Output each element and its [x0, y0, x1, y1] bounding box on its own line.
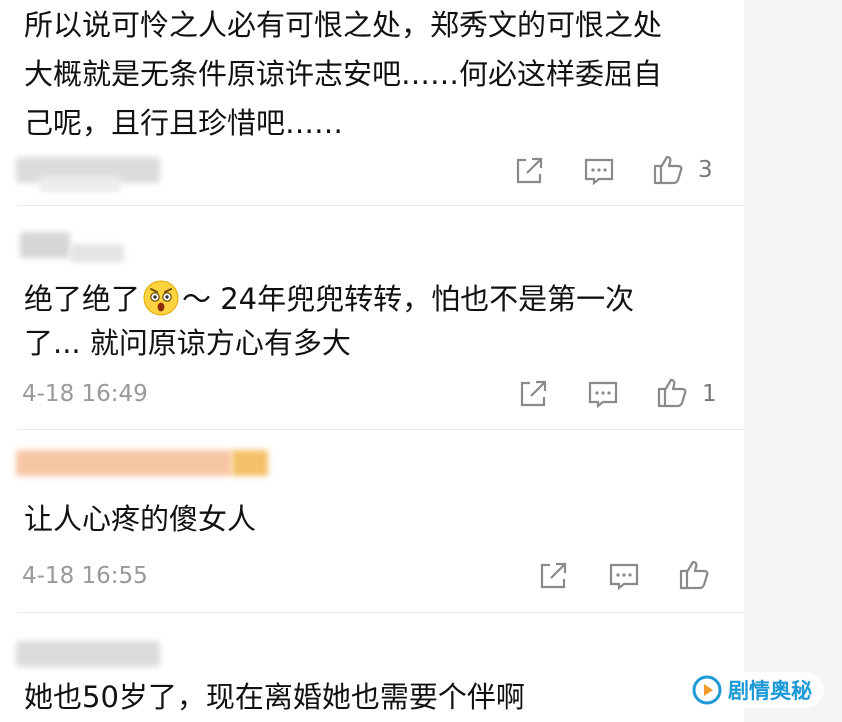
thumbs-up-icon	[653, 155, 683, 185]
comment-icon	[584, 158, 614, 186]
like-button[interactable]	[678, 557, 712, 591]
comment-text-line: 她也50岁了，现在离婚她也需要个伴啊	[24, 680, 525, 714]
like-button[interactable]	[656, 375, 690, 409]
comment-item: 所以说可怜之人必有可恨之处，郑秀文的可恨之处 大概就是无条件原谅许志安吧……何必…	[0, 0, 744, 206]
comment-text-segment: 绝了绝了	[24, 282, 141, 316]
blurred-username	[232, 450, 268, 476]
share-button[interactable]	[512, 154, 546, 188]
comment-text-line: 绝了绝了 ～ 24年兜兜转转，怕也不是第一次	[24, 274, 724, 324]
comment-item: 让人心疼的傻女人 4-18 16:55	[0, 430, 744, 613]
watermark-text: 剧情奥秘	[728, 679, 812, 703]
comment-item: 她也50岁了，现在离婚她也需要个伴啊	[0, 613, 744, 722]
comment-icon	[588, 381, 618, 409]
comment-icon	[609, 563, 639, 591]
comment-feed: 所以说可怜之人必有可恨之处，郑秀文的可恨之处 大概就是无条件原谅许志安吧……何必…	[0, 0, 744, 722]
like-count: 3	[698, 157, 713, 183]
comment-button[interactable]	[607, 559, 641, 593]
comment-timestamp: 4-18 16:55	[22, 563, 148, 589]
comment-button[interactable]	[582, 154, 616, 188]
comment-button[interactable]	[586, 377, 620, 411]
astonished-face-icon	[143, 280, 179, 316]
like-count: 1	[702, 381, 717, 407]
share-button[interactable]	[516, 377, 550, 411]
play-logo-icon	[692, 675, 722, 705]
thumbs-up-icon	[679, 560, 709, 590]
blurred-timestamp	[40, 176, 120, 192]
thumbs-up-icon	[657, 378, 687, 408]
like-button[interactable]	[652, 152, 686, 186]
share-icon	[520, 380, 547, 407]
side-panel	[744, 0, 842, 722]
blurred-username	[70, 244, 124, 262]
watermark: 剧情奥秘	[684, 672, 824, 708]
share-icon	[540, 562, 567, 589]
share-button[interactable]	[536, 559, 570, 593]
comment-text-line: 让人心疼的傻女人	[24, 502, 257, 536]
comment-timestamp: 4-18 16:49	[22, 381, 148, 407]
comment-text-line: 己呢，且行且珍惜吧……	[24, 106, 344, 140]
comment-text-line: 了... 就问原谅方心有多大	[24, 326, 351, 360]
blurred-username	[16, 450, 232, 476]
blurred-username	[16, 641, 160, 667]
comment-text-segment: ～ 24年兜兜转转，怕也不是第一次	[182, 282, 635, 316]
weibo-comment-page: 所以说可怜之人必有可恨之处，郑秀文的可恨之处 大概就是无条件原谅许志安吧……何必…	[0, 0, 842, 722]
comment-item: 绝了绝了 ～ 24年兜兜转转，怕也不是第一次 了... 就问原谅方心有多大 4-1…	[0, 206, 744, 430]
share-icon	[516, 157, 543, 184]
blurred-username	[20, 232, 70, 258]
comment-text-line: 所以说可怜之人必有可恨之处，郑秀文的可恨之处	[24, 8, 663, 42]
comment-text-line: 大概就是无条件原谅许志安吧……何必这样委屈自	[24, 57, 663, 91]
